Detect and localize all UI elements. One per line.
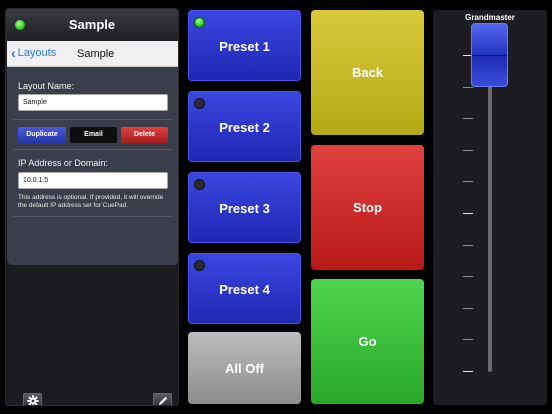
fader-tick: [463, 86, 473, 88]
layout-name-field[interactable]: Sample: [18, 94, 168, 111]
fader-tick: [463, 339, 473, 341]
back-button[interactable]: Back: [311, 10, 424, 135]
fader-tick: [463, 244, 473, 246]
preset-label: Preset 1: [219, 39, 270, 54]
fader-tick: [463, 181, 473, 183]
layout-panel: Sample ‹ Layouts Sample Layout Name: Sam…: [5, 8, 179, 406]
stop-label: Stop: [353, 200, 382, 215]
fader-tick: [463, 276, 473, 278]
preset-label: Preset 4: [219, 282, 270, 297]
fader-tick: [463, 213, 473, 214]
popover-nav-bar: ‹ Layouts Sample: [7, 41, 178, 67]
layout-popover: ‹ Layouts Sample Layout Name: Sample Dup…: [7, 41, 178, 265]
layouts-back-button[interactable]: ‹ Layouts: [11, 44, 57, 61]
preset-1-button[interactable]: Preset 1: [188, 10, 301, 81]
grandmaster-fader-handle[interactable]: [471, 23, 508, 87]
fader-tick: [463, 149, 473, 151]
all-off-label: All Off: [225, 361, 264, 376]
delete-button[interactable]: Delete: [121, 127, 168, 143]
go-label: Go: [358, 334, 377, 349]
divider: [13, 149, 173, 150]
grandmaster-panel: Grandmaster: [433, 10, 547, 405]
go-button[interactable]: Go: [311, 279, 424, 404]
preset-active-indicator-icon: [194, 17, 205, 28]
grandmaster-label: Grandmaster: [465, 13, 515, 22]
preset-indicator-icon: [194, 179, 205, 190]
popover-title: Sample: [77, 48, 115, 60]
preset-indicator-icon: [194, 260, 205, 271]
email-button[interactable]: Email: [70, 127, 117, 143]
ip-address-field[interactable]: 10.0.1.5: [18, 172, 168, 189]
preset-4-button[interactable]: Preset 4: [188, 253, 301, 324]
fader-tick: [463, 307, 473, 309]
edit-button[interactable]: [153, 393, 172, 405]
fader-tick: [463, 118, 473, 120]
preset-3-button[interactable]: Preset 3: [188, 172, 301, 243]
fader-tick: [463, 371, 473, 372]
preset-label: Preset 2: [219, 120, 270, 135]
back-label: Back: [351, 65, 384, 80]
settings-button[interactable]: [23, 393, 42, 405]
ip-address-label: IP Address or Domain:: [18, 158, 108, 168]
preset-label: Preset 3: [219, 201, 270, 216]
all-off-button[interactable]: All Off: [188, 332, 301, 404]
layout-name-label: Layout Name:: [18, 81, 75, 91]
preset-indicator-icon: [194, 98, 205, 109]
preset-2-button[interactable]: Preset 2: [188, 91, 301, 162]
ip-address-note: This address is optional. If provided, i…: [18, 194, 164, 209]
stop-button[interactable]: Stop: [311, 145, 424, 270]
window-title: Sample: [68, 17, 116, 32]
chevron-left-icon: ‹: [11, 44, 16, 61]
divider: [13, 119, 173, 120]
divider: [13, 216, 173, 217]
panel-header: Sample: [6, 9, 178, 41]
duplicate-button[interactable]: Duplicate: [18, 127, 66, 143]
fader-grip-line: [472, 55, 507, 56]
gear-icon: [27, 395, 39, 405]
back-label: Layouts: [17, 47, 57, 59]
pencil-icon: [159, 396, 168, 405]
